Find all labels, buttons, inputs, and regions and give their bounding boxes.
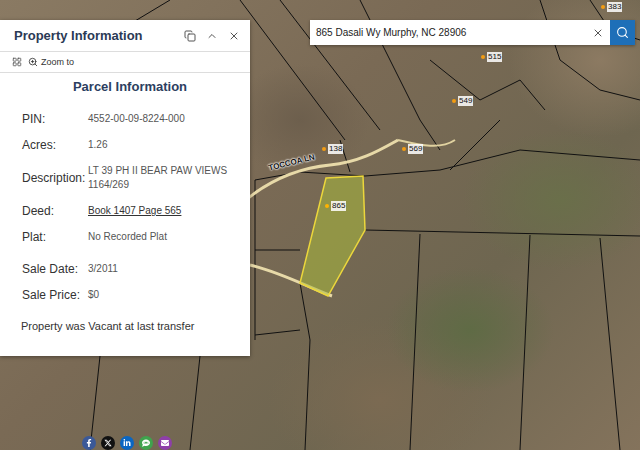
- pin-dot: [325, 204, 329, 208]
- x-icon: [104, 439, 112, 447]
- address-label: 138: [328, 144, 343, 154]
- sms-share-button[interactable]: [139, 436, 153, 450]
- pin-dot: [601, 5, 605, 9]
- property-panel: Property Information Zoom to Parcel Inform…: [0, 20, 250, 356]
- transfer-note: Property was Vacant at last transfer: [21, 320, 238, 332]
- field-label: Sale Date:: [22, 262, 88, 276]
- selected-parcel[interactable]: [300, 176, 365, 296]
- address-pin[interactable]: 515: [481, 52, 502, 62]
- clear-icon: [592, 27, 604, 39]
- field-label: PIN:: [22, 112, 88, 126]
- pin-dot: [481, 55, 485, 59]
- parcel-fields: PIN:4552-00-09-8224-000Acres:1.26 Descrip…: [22, 112, 238, 244]
- close-icon: [228, 30, 240, 42]
- field-label: Acres:: [22, 138, 88, 152]
- address-label: 549: [458, 96, 473, 106]
- clear-button[interactable]: [592, 27, 604, 39]
- field-value: 4552-00-09-8224-000: [88, 112, 238, 126]
- menu-button[interactable]: [12, 57, 22, 67]
- close-button[interactable]: [228, 30, 240, 42]
- search-icon: [616, 26, 629, 39]
- search-field[interactable]: 865 Dasali Wy Murphy, NC 28906: [310, 20, 610, 45]
- facebook-share-button[interactable]: [82, 436, 96, 450]
- field-value: No Recorded Plat: [88, 230, 238, 244]
- search-text: 865 Dasali Wy Murphy, NC 28906: [316, 27, 588, 38]
- map[interactable]: TOCCOA LN138569865549515383Property Info…: [0, 0, 640, 450]
- sale-fields: Sale Date:3/2011Sale Price:$0: [22, 262, 238, 302]
- address-pin[interactable]: 549: [452, 96, 473, 106]
- grid-icon: [12, 57, 22, 67]
- section-title: Parcel Information: [22, 79, 238, 94]
- chevron-up-icon: [206, 30, 218, 42]
- pin-dot: [322, 147, 326, 151]
- address-pin[interactable]: 569: [402, 144, 423, 154]
- panel-title: Property Information: [14, 28, 143, 43]
- share-bar: [82, 436, 172, 450]
- address-label: 515: [487, 52, 502, 62]
- search-button[interactable]: [610, 20, 635, 45]
- linkedin-share-button[interactable]: [120, 436, 134, 450]
- collapse-button[interactable]: [206, 30, 218, 42]
- pin-dot: [452, 99, 456, 103]
- sms-icon: [142, 439, 150, 447]
- panel-header: Property Information: [0, 20, 250, 52]
- field-value: 1.26: [88, 138, 238, 152]
- pin-dot: [402, 147, 406, 151]
- field-link[interactable]: Book 1407 Page 565: [88, 204, 238, 218]
- field-value: 3/2011: [88, 262, 238, 276]
- zoom-in-icon: [28, 57, 38, 67]
- x-share-button[interactable]: [101, 436, 115, 450]
- facebook-icon: [85, 439, 93, 447]
- address-pin[interactable]: 138: [322, 144, 343, 154]
- panel-toolbar: Zoom to: [0, 52, 250, 73]
- address-label: 865: [331, 201, 346, 211]
- field-label: Description:: [22, 171, 88, 185]
- address-label: 569: [408, 144, 423, 154]
- address-pin[interactable]: 383: [601, 2, 622, 12]
- address-pin[interactable]: 865: [325, 201, 346, 211]
- search-bar: 865 Dasali Wy Murphy, NC 28906: [310, 20, 635, 45]
- zoom-to-button[interactable]: Zoom to: [28, 57, 74, 67]
- field-label: Sale Price:: [22, 288, 88, 302]
- dock-button[interactable]: [184, 30, 196, 42]
- field-value: $0: [88, 288, 238, 302]
- linkedin-icon: [123, 439, 131, 447]
- email-icon: [161, 439, 169, 447]
- email-share-button[interactable]: [158, 436, 172, 450]
- copy-icon: [184, 30, 196, 42]
- field-label: Deed:: [22, 204, 88, 218]
- field-label: Plat:: [22, 230, 88, 244]
- address-label: 383: [607, 2, 622, 12]
- field-value: LT 39 PH II BEAR PAW VIEWS 1164/269: [88, 164, 238, 192]
